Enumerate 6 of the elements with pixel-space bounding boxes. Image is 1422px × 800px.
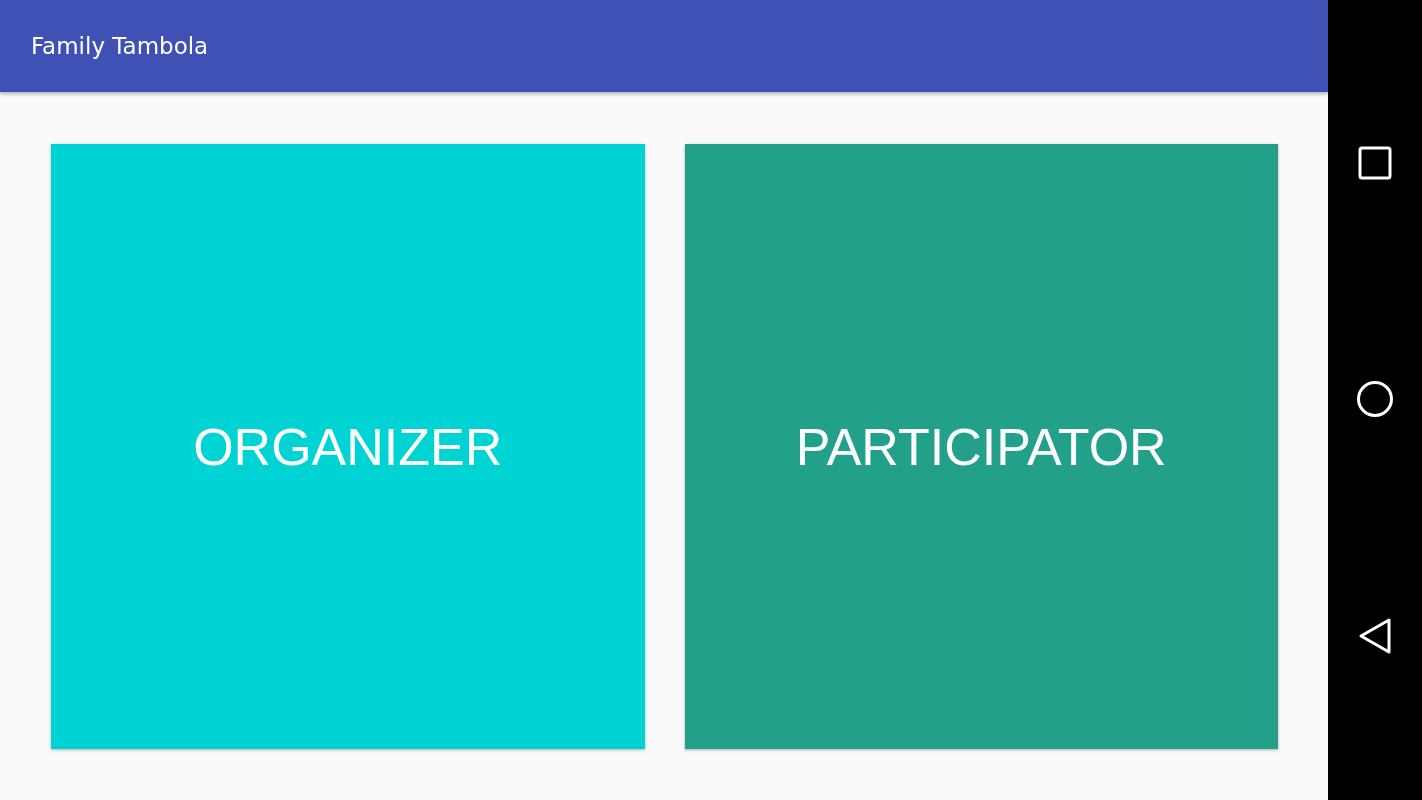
app-title: Family Tambola [31,33,209,59]
role-tile-button[interactable]: ORGANIZER [51,144,645,749]
home-icon[interactable] [1356,380,1394,418]
back-icon[interactable] [1357,617,1393,656]
role-tile-button[interactable]: PARTICIPATOR [684,144,1278,749]
recent-apps-icon[interactable] [1357,144,1393,181]
